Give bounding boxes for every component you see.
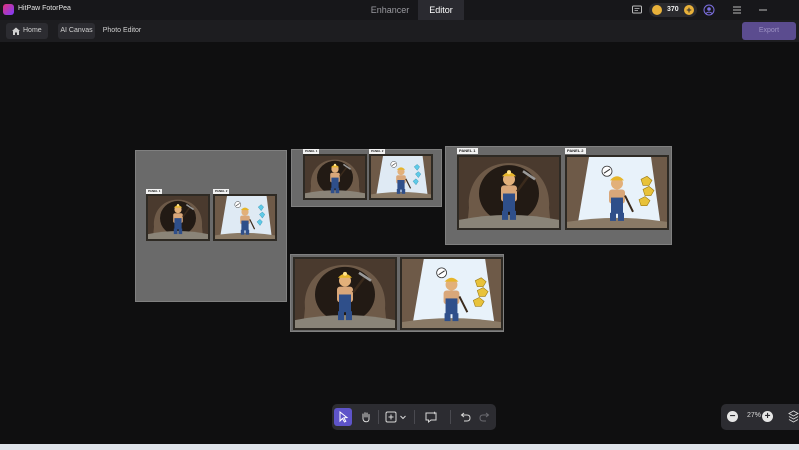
coin-icon bbox=[652, 5, 662, 15]
add-element-button[interactable] bbox=[382, 408, 400, 426]
app-logo-icon bbox=[3, 4, 14, 15]
layers-icon[interactable] bbox=[788, 410, 799, 424]
comic-panel-image[interactable] bbox=[213, 194, 277, 241]
zoom-in-icon[interactable]: + bbox=[762, 411, 773, 422]
toolbar-divider bbox=[378, 410, 379, 424]
add-icon bbox=[385, 411, 397, 423]
comic-panel-image[interactable] bbox=[457, 155, 561, 230]
undo-icon bbox=[460, 412, 471, 422]
editor-toolbar: Home AI Canvas Photo Editor Export bbox=[0, 20, 799, 42]
tab-editor[interactable]: Editor bbox=[418, 0, 464, 20]
home-icon bbox=[12, 27, 20, 35]
ai-canvas-button[interactable]: AI Canvas bbox=[58, 23, 95, 39]
comic-panel-image[interactable] bbox=[146, 194, 210, 241]
artboard-3[interactable]: PANEL 1 PANEL 2 bbox=[445, 146, 672, 245]
panel-label: PANEL 2 bbox=[565, 148, 586, 154]
hand-tool-button[interactable] bbox=[357, 408, 375, 426]
comic-panel-image[interactable] bbox=[293, 257, 397, 330]
select-tool-button[interactable] bbox=[334, 408, 352, 426]
comic-panel-image[interactable] bbox=[565, 155, 669, 230]
add-coins-icon[interactable]: + bbox=[684, 5, 694, 15]
canvas-tool-bar bbox=[332, 404, 496, 430]
minimize-icon[interactable] bbox=[757, 4, 769, 16]
canvas-area[interactable]: PANEL 1 PANEL 2 PANEL 1 PANEL 2 PANEL 1 … bbox=[0, 42, 799, 444]
comic-panel-image[interactable] bbox=[303, 154, 367, 200]
home-button[interactable]: Home bbox=[6, 23, 48, 39]
ai-chat-button[interactable] bbox=[422, 408, 440, 426]
app-name: HitPaw FotorPea bbox=[18, 5, 71, 12]
redo-icon bbox=[479, 412, 490, 422]
zoom-out-icon[interactable]: − bbox=[727, 411, 738, 422]
export-button[interactable]: Export bbox=[742, 22, 796, 40]
photo-editor-button[interactable]: Photo Editor bbox=[99, 23, 145, 39]
panel-label: PANEL 1 bbox=[457, 148, 478, 154]
coin-count: 370 bbox=[667, 6, 679, 13]
hand-icon bbox=[362, 412, 370, 423]
artboard-1[interactable]: PANEL 1 PANEL 2 bbox=[135, 150, 287, 302]
title-bar: HitPaw FotorPea Enhancer Editor 370 + bbox=[0, 0, 799, 20]
coin-balance[interactable]: 370 + bbox=[649, 3, 697, 17]
home-label: Home bbox=[23, 27, 42, 34]
chevron-down-icon[interactable] bbox=[400, 415, 406, 420]
toolbar-divider bbox=[450, 410, 451, 424]
comic-panel-image[interactable] bbox=[369, 154, 433, 200]
tab-enhancer[interactable]: Enhancer bbox=[364, 0, 416, 20]
comic-panel-image[interactable] bbox=[400, 257, 503, 330]
artboard-2[interactable]: PANEL 1 PANEL 2 bbox=[291, 149, 442, 207]
menu-icon[interactable] bbox=[731, 4, 743, 16]
artboard-4[interactable] bbox=[290, 254, 504, 332]
redo-button[interactable] bbox=[476, 408, 494, 426]
zoom-control: − 27% + bbox=[721, 404, 799, 430]
user-icon[interactable] bbox=[703, 4, 715, 16]
undo-button[interactable] bbox=[456, 408, 474, 426]
chat-icon[interactable] bbox=[631, 4, 643, 16]
ai-chat-icon bbox=[425, 411, 437, 424]
taskbar-edge bbox=[0, 444, 799, 450]
select-icon bbox=[339, 410, 349, 423]
toolbar-divider bbox=[414, 410, 415, 424]
